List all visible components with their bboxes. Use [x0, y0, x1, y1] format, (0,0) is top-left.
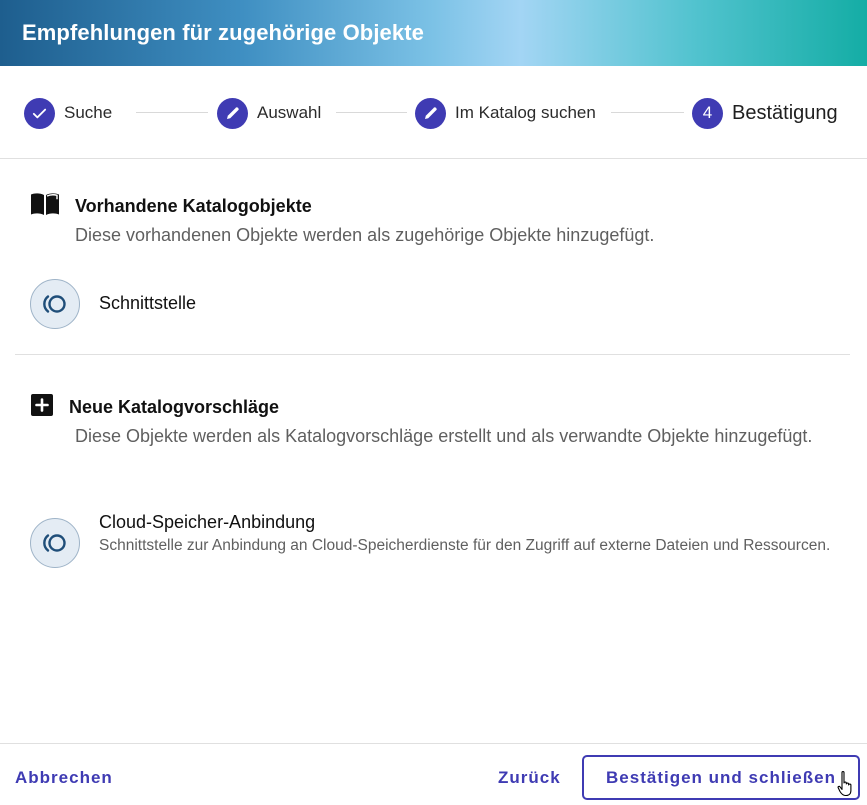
section-divider — [15, 354, 850, 355]
step-label: Suche — [64, 103, 113, 122]
step-connector — [136, 112, 208, 113]
step-label: Bestätigung — [732, 101, 838, 124]
cancel-button[interactable]: Abbrechen — [15, 768, 113, 788]
suggestions-section-header: Neue Katalogvorschläge — [30, 393, 279, 422]
stepper: Suche Auswahl Im Katalog suchen 4 Bestät… — [0, 66, 867, 159]
step-suche[interactable]: Suche — [24, 97, 112, 129]
step-connector — [336, 112, 407, 113]
book-open-icon — [30, 191, 60, 222]
pencil-icon — [415, 97, 446, 129]
plus-box-icon — [30, 393, 54, 422]
interface-icon — [30, 518, 80, 568]
step-bestaetigung[interactable]: 4 Bestätigung — [692, 97, 838, 129]
suggestion-object-description: Schnittstelle zur Anbindung an Cloud-Spe… — [99, 537, 831, 554]
hand-cursor-icon — [837, 770, 855, 803]
interface-icon — [30, 279, 80, 329]
step-label: Auswahl — [257, 103, 322, 122]
step-connector — [611, 112, 684, 113]
confirm-and-close-button[interactable]: Bestätigen und schließen — [582, 755, 860, 800]
existing-section-header: Vorhandene Katalogobjekte — [30, 191, 312, 222]
step-auswahl[interactable]: Auswahl — [217, 97, 321, 129]
existing-object-name: Schnittstelle — [99, 293, 197, 313]
dialog-footer: Abbrechen Zurück Bestätigen und schließe… — [0, 743, 867, 805]
step-number-badge: 4 — [692, 97, 723, 129]
suggestion-object-name: Cloud-Speicher-Anbindung — [99, 512, 316, 532]
pencil-icon — [217, 97, 248, 129]
section-description: Diese Objekte werden als Katalogvorschlä… — [75, 426, 813, 446]
dialog-title: Empfehlungen für zugehörige Objekte — [22, 20, 424, 45]
check-icon — [24, 97, 55, 129]
step-im-katalog-suchen[interactable]: Im Katalog suchen — [415, 97, 596, 129]
section-title: Neue Katalogvorschläge — [69, 397, 280, 417]
section-description: Diese vorhandenen Objekte werden als zug… — [75, 225, 655, 245]
step-label: Im Katalog suchen — [455, 103, 596, 122]
back-button[interactable]: Zurück — [498, 768, 561, 788]
dialog-header: Empfehlungen für zugehörige Objekte — [0, 0, 867, 66]
section-title: Vorhandene Katalogobjekte — [75, 196, 312, 216]
